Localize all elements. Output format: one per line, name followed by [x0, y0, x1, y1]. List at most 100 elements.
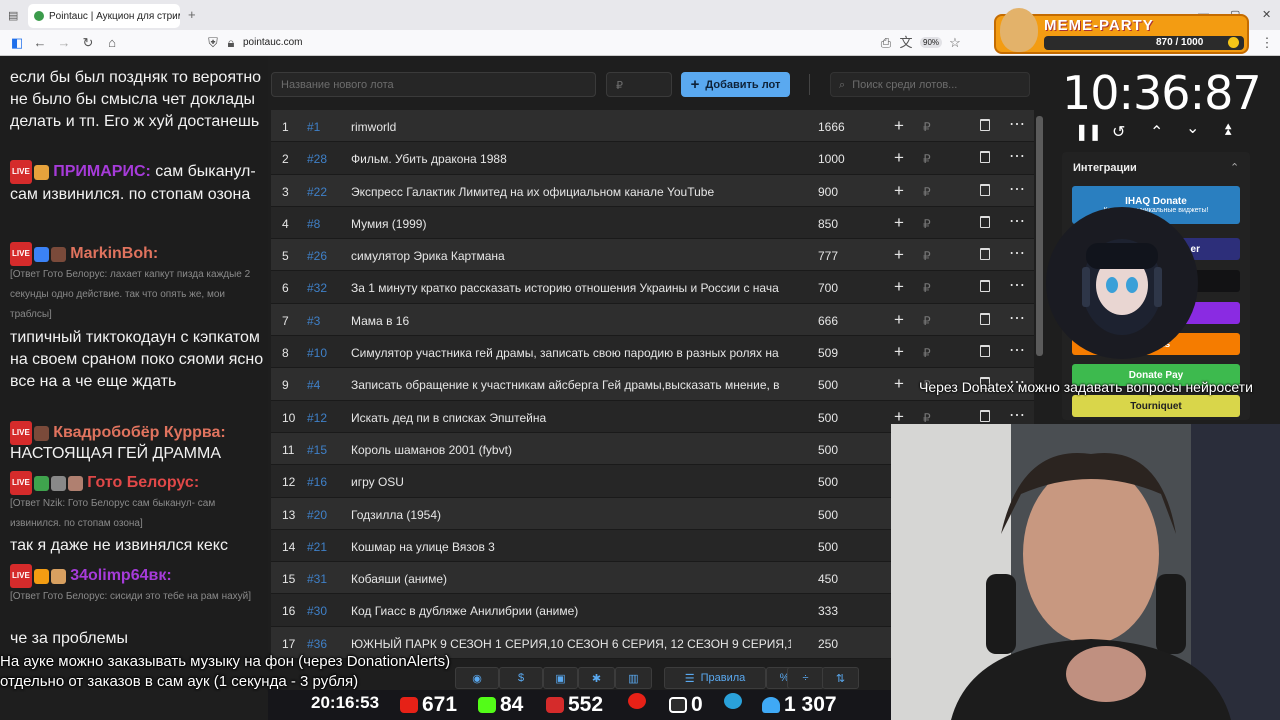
lot-name[interactable]: Мумия (1999) [351, 217, 791, 231]
trash-icon[interactable] [980, 215, 990, 228]
lot-name[interactable]: Кошмар на улице Вязов 3 [351, 540, 791, 554]
ruble-icon[interactable]: ₽ [923, 152, 931, 166]
lot-id-link[interactable]: #21 [307, 540, 327, 554]
lot-id-link[interactable]: #31 [307, 572, 327, 586]
lot-amount[interactable]: 500 [818, 378, 838, 392]
dollar-icon[interactable]: $ [499, 667, 543, 689]
rules-button[interactable]: ☰ Правила [664, 667, 766, 689]
bug-icon[interactable]: ✱ [578, 667, 615, 689]
lot-name[interactable]: игру OSU [351, 475, 791, 489]
trash-icon[interactable] [980, 409, 990, 422]
sort-icon[interactable]: ⇅ [822, 667, 859, 689]
scrollbar[interactable] [1036, 116, 1043, 356]
lot-row[interactable]: 6 #32 За 1 минуту кратко рассказать истори… [271, 271, 1034, 304]
reload-icon[interactable]: ↻ [79, 34, 97, 52]
lot-id-link[interactable]: #4 [307, 378, 320, 392]
lot-name[interactable]: Мама в 16 [351, 314, 791, 328]
lot-id-link[interactable]: #26 [307, 249, 327, 263]
lot-row[interactable]: 4 #8 Мумия (1999) 850 + ₽ ⋯ [271, 206, 1034, 240]
collapse-icon[interactable]: ⌃ [1230, 161, 1239, 174]
lot-id-link[interactable]: #32 [307, 281, 327, 295]
more-icon[interactable]: ⋯ [1009, 308, 1025, 328]
reader-icon[interactable]: ⎙ [877, 34, 895, 52]
close-window-icon[interactable]: ✕ [1262, 8, 1271, 21]
lot-name[interactable]: ЮЖНЫЙ ПАРК 9 СЕЗОН 1 СЕРИЯ,10 СЕЗОН 6 СЕ… [351, 637, 791, 651]
delete-all-icon[interactable]: ▥ [615, 667, 652, 689]
split-icon[interactable]: ÷ [787, 667, 824, 689]
lot-amount[interactable]: 850 [818, 217, 838, 231]
lot-row[interactable]: 3 #22 Экспресс Галактик Лимитед на их офиц… [271, 174, 1034, 207]
lot-id-link[interactable]: #22 [307, 185, 327, 199]
lot-name[interactable]: Симулятор участника гей драмы, записать … [351, 346, 791, 360]
lot-amount[interactable]: 333 [818, 604, 838, 618]
lot-amount[interactable]: 500 [818, 508, 838, 522]
chevron-up-icon[interactable]: ⌃ [1150, 122, 1163, 142]
ruble-icon[interactable]: ₽ [923, 249, 931, 263]
lot-id-link[interactable]: #12 [307, 411, 327, 425]
ruble-icon[interactable]: ₽ [923, 281, 931, 295]
chevron-down-icon[interactable]: ⌄ [1186, 118, 1199, 138]
tourniquet-button[interactable]: Tourniquet [1072, 395, 1240, 417]
lot-id-link[interactable]: #15 [307, 443, 327, 457]
ruble-icon[interactable]: ₽ [923, 411, 931, 425]
trash-icon[interactable] [980, 183, 990, 196]
lot-name[interactable]: Кобаяши (аниме) [351, 572, 791, 586]
trash-icon[interactable] [980, 312, 990, 325]
lot-amount[interactable]: 500 [818, 443, 838, 457]
tab-menu-icon[interactable]: ▤ [8, 9, 18, 22]
sidebar-icon[interactable]: ◧ [8, 34, 26, 52]
back-icon[interactable]: ← [31, 34, 49, 52]
trash-icon[interactable] [980, 151, 990, 164]
lot-amount[interactable]: 509 [818, 346, 838, 360]
add-amount-icon[interactable]: + [894, 277, 904, 297]
zoom-level[interactable]: 90% [920, 37, 943, 48]
add-amount-icon[interactable]: + [894, 245, 904, 265]
reset-icon[interactable]: ↺ [1112, 122, 1125, 142]
more-icon[interactable]: ⋯ [1009, 243, 1025, 263]
lot-id-link[interactable]: #1 [307, 120, 320, 134]
ruble-icon[interactable]: ₽ [923, 185, 931, 199]
lot-amount[interactable]: 1000 [818, 152, 845, 166]
save-icon[interactable]: ▣ [543, 667, 578, 689]
lot-name[interactable]: Записать обращение к участникам айсберга… [351, 378, 791, 392]
lot-row[interactable]: 1 #1 rimworld 1666 + ₽ ⋯ [271, 110, 1034, 143]
more-icon[interactable]: ⋯ [1009, 211, 1025, 231]
lot-id-link[interactable]: #16 [307, 475, 327, 489]
forward-icon[interactable]: → [55, 34, 73, 52]
ruble-icon[interactable]: ₽ [923, 120, 931, 134]
browser-tab[interactable]: Pointauc | Аукцион для стриме ✕ [28, 4, 180, 28]
new-tab-icon[interactable]: + [188, 7, 196, 22]
add-lot-button[interactable]: + Добавить лот [681, 72, 790, 97]
lot-amount[interactable]: 777 [818, 249, 838, 263]
more-icon[interactable]: ⋯ [1009, 179, 1025, 199]
lot-name[interactable]: Экспресс Галактик Лимитед на их официаль… [351, 185, 791, 199]
add-amount-icon[interactable]: + [894, 181, 904, 201]
lot-name[interactable]: Годзилла (1954) [351, 508, 791, 522]
lot-amount[interactable]: 500 [818, 475, 838, 489]
lot-amount[interactable]: 500 [818, 540, 838, 554]
lot-amount-input[interactable]: ₽ [606, 72, 672, 97]
ruble-icon[interactable]: ₽ [923, 217, 931, 231]
add-amount-icon[interactable]: + [894, 116, 904, 136]
add-amount-icon[interactable]: + [894, 374, 904, 394]
more-icon[interactable]: ⋯ [1009, 340, 1025, 360]
translate-icon[interactable]: 文 [897, 34, 915, 52]
lot-amount[interactable]: 900 [818, 185, 838, 199]
lot-name[interactable]: За 1 минуту кратко рассказать историю от… [351, 281, 791, 295]
lot-id-link[interactable]: #20 [307, 508, 327, 522]
lot-name[interactable]: симулятор Эрика Картмана [351, 249, 791, 263]
lot-name[interactable]: Фильм. Убить дракона 1988 [351, 152, 791, 166]
lot-amount[interactable]: 666 [818, 314, 838, 328]
menu-icon[interactable]: ⋮ [1258, 34, 1276, 52]
url-field[interactable]: pointauc.com [243, 37, 302, 48]
lot-amount[interactable]: 1666 [818, 120, 845, 134]
shield-icon[interactable]: ⛨ [204, 34, 222, 52]
lot-row[interactable]: 5 #26 симулятор Эрика Картмана 777 + ₽ ⋯ [271, 239, 1034, 272]
add-amount-icon[interactable]: + [894, 213, 904, 233]
home-icon[interactable]: ⌂ [103, 34, 121, 52]
more-icon[interactable]: ⋯ [1009, 275, 1025, 295]
more-icon[interactable]: ⋯ [1009, 405, 1025, 425]
bookmark-star-icon[interactable]: ☆ [946, 34, 964, 52]
more-icon[interactable]: ⋯ [1009, 146, 1025, 166]
more-icon[interactable]: ⋯ [1009, 114, 1025, 134]
